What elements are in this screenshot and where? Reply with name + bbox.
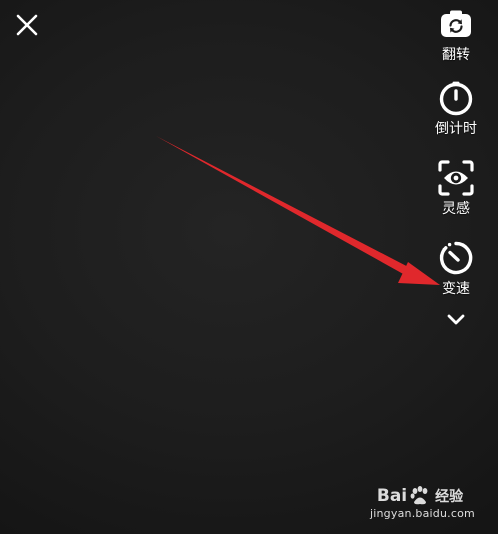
- eye-icon: [436, 158, 476, 198]
- chevron-down-icon: [447, 314, 465, 325]
- timer-icon: [436, 78, 476, 118]
- paw-icon: [410, 486, 428, 505]
- watermark-url: jingyan.baidu.com: [370, 507, 475, 520]
- flip-button[interactable]: 翻转: [436, 4, 476, 64]
- inspiration-label: 灵感: [442, 201, 470, 217]
- watermark-logo: Bai 经验: [370, 485, 470, 507]
- camera-flip-icon: [436, 4, 476, 44]
- inspiration-button[interactable]: 灵感: [436, 158, 476, 218]
- close-button[interactable]: [12, 10, 42, 40]
- speed-label: 变速: [442, 281, 470, 297]
- speed-icon: [436, 238, 476, 278]
- watermark-brand-left: Bai: [376, 486, 408, 506]
- watermark-brand-right: 经验: [435, 489, 464, 505]
- more-button[interactable]: [441, 308, 471, 332]
- side-toolbar: 翻转 倒计时 灵感 变速: [420, 4, 492, 332]
- close-icon: [16, 14, 38, 36]
- camera-screen: 翻转 倒计时 灵感 变速 Bai 经验 jingyan.baidu.com: [0, 0, 498, 534]
- baidu-watermark: Bai 经验 jingyan.baidu.com: [370, 485, 475, 520]
- flip-label: 翻转: [442, 47, 470, 63]
- speed-button[interactable]: 变速: [436, 238, 476, 298]
- timer-button[interactable]: 倒计时: [435, 78, 477, 138]
- timer-label: 倒计时: [435, 121, 477, 137]
